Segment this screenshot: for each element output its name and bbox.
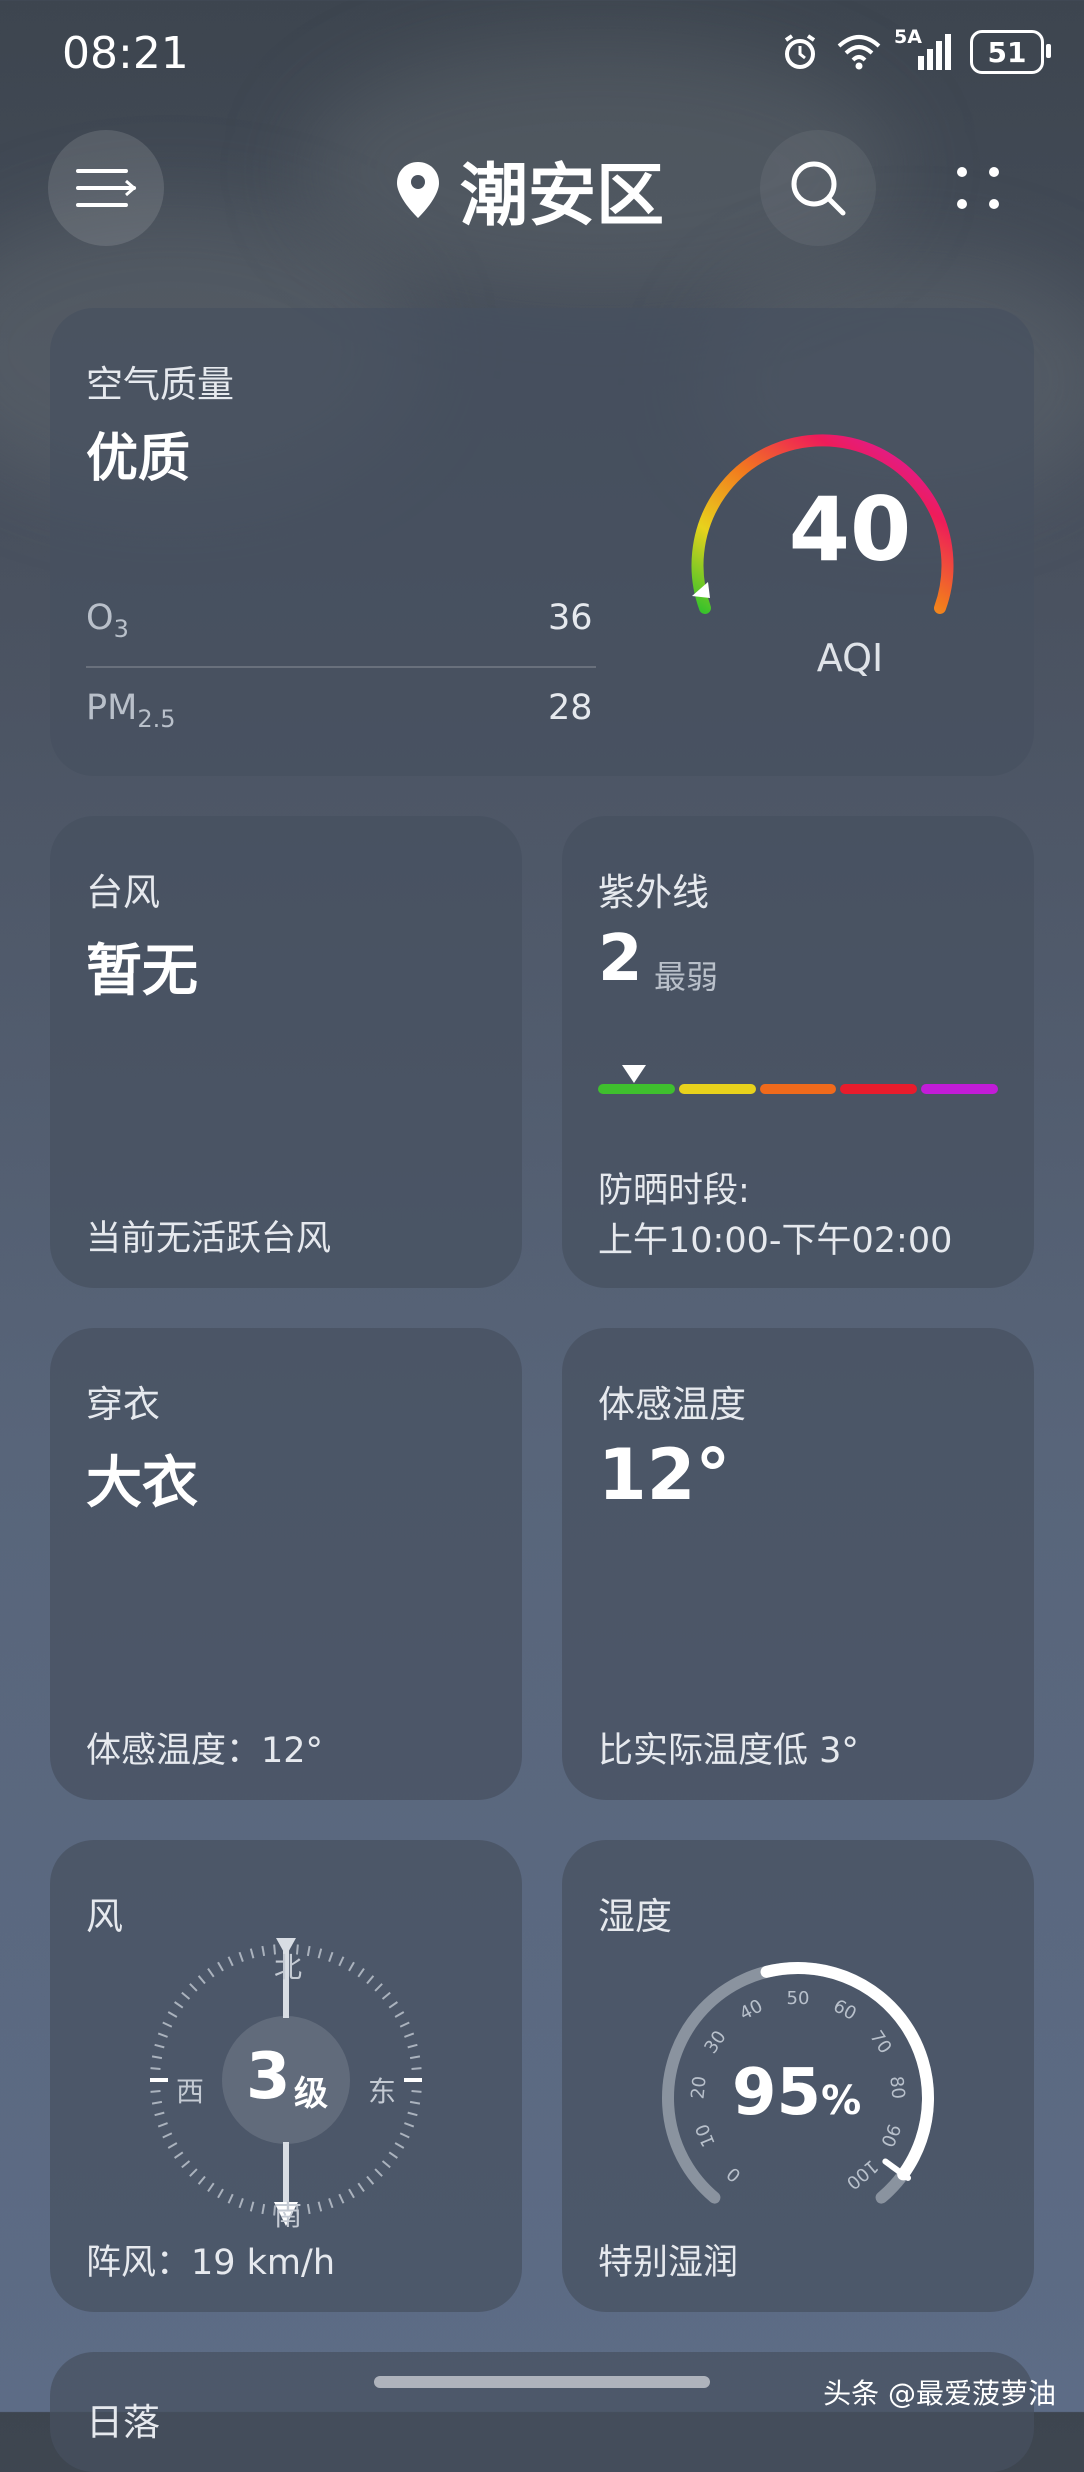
humidity-value: 95% (732, 2056, 862, 2130)
battery-indicator: 51 (970, 30, 1051, 74)
search-button[interactable] (760, 130, 876, 246)
humidity-tick-label: 10 (692, 2121, 720, 2150)
wifi-icon (837, 35, 881, 70)
o3-value: 36 (548, 598, 593, 638)
aqi-value: 40 (788, 478, 912, 581)
uv-note-time: 上午10:00-下午02:00 (598, 1221, 953, 1261)
clothing-card[interactable]: 穿衣 大衣 体感温度：12° (50, 1328, 522, 1800)
menu-button[interactable] (48, 130, 164, 246)
feels-like-note: 比实际温度低 3° (598, 1731, 859, 1771)
air-quality-card[interactable]: 空气质量 优质 O3 36 PM2.5 28 40 AQI (50, 308, 1034, 776)
watermark: 头条 @最爱菠萝油 (823, 2377, 1056, 2410)
humidity-card[interactable]: 湿度 0 10 20 30 40 50 60 70 80 90 100 95% 特别湿润 (562, 1840, 1034, 2312)
clothing-note: 体感温度：12° (86, 1731, 324, 1771)
compass-west: 西 (176, 2075, 205, 2108)
uv-note-label: 防晒时段: (598, 1171, 750, 1211)
humidity-tick-label: 30 (700, 2027, 730, 2058)
sunset-card[interactable]: 日落 (50, 2352, 1034, 2472)
home-indicator[interactable] (374, 2376, 710, 2388)
humidity-tick-label: 20 (687, 2075, 710, 2100)
uv-marker (622, 1065, 646, 1083)
uv-scale-segment (921, 1084, 998, 1094)
pm25-value: 28 (548, 688, 593, 728)
status-time: 08:21 (62, 28, 189, 79)
humidity-tick-label: 80 (885, 2075, 908, 2100)
wind-level-unit: 级 (294, 2074, 328, 2114)
location-selector[interactable]: 潮安区 (394, 140, 664, 239)
uv-scale (598, 1084, 998, 1094)
uv-scale-segment (598, 1084, 675, 1094)
search-icon (791, 161, 846, 216)
wind-gust: 阵风：19 km/h (86, 2243, 335, 2283)
feels-like-value: 12° (598, 1434, 731, 1516)
humidity-tick-label: 90 (876, 2121, 904, 2150)
signal-icon: 5A (894, 26, 954, 72)
aqi-label: AQI (816, 636, 884, 680)
clothing-title: 穿衣 (86, 1383, 160, 1426)
humidity-tick-label: 100 (842, 2155, 882, 2193)
o3-label: O3 (86, 598, 129, 643)
compass-east: 东 (368, 2075, 397, 2108)
feels-like-card[interactable]: 体感温度 12° 比实际温度低 3° (562, 1328, 1034, 1800)
humidity-tick-label: 0 (723, 2162, 745, 2185)
humidity-tick-label: 60 (830, 1995, 860, 2024)
uv-scale-segment (759, 1084, 837, 1094)
location-title: 潮安区 (460, 157, 665, 236)
clothing-value: 大衣 (86, 1451, 198, 1516)
more-icon (957, 167, 999, 209)
wind-card[interactable]: 风 北 南 东 西 3 级 阵风：19 km/h (50, 1840, 522, 2312)
humidity-tick-label: 70 (865, 2027, 895, 2058)
wind-title: 风 (86, 1895, 123, 1938)
uv-value: 2 (598, 922, 643, 996)
wind-level: 3 (246, 2040, 291, 2114)
typhoon-value: 暂无 (86, 939, 198, 1004)
pm25-label: PM2.5 (86, 688, 176, 733)
alarm-icon (784, 34, 816, 69)
uv-level: 最弱 (654, 958, 719, 996)
feels-like-title: 体感温度 (598, 1383, 746, 1426)
uv-title: 紫外线 (598, 871, 709, 914)
sunset-title: 日落 (86, 2401, 160, 2444)
typhoon-title: 台风 (86, 871, 160, 914)
status-bar: 08:21 5A 51 (0, 0, 1084, 110)
air-quality-level: 优质 (86, 429, 191, 489)
compass-north: 北 (274, 1951, 303, 1984)
top-bar: 潮安区 (0, 130, 1084, 250)
more-button[interactable] (920, 130, 1036, 246)
divider (86, 666, 596, 668)
location-pin-icon (397, 161, 439, 218)
humidity-title: 湿度 (598, 1895, 672, 1938)
compass-south: 南 (274, 2199, 303, 2232)
uv-scale-segment (840, 1084, 918, 1094)
menu-icon (76, 169, 137, 207)
air-quality-title: 空气质量 (86, 363, 234, 406)
humidity-tick-label: 50 (787, 1988, 810, 2009)
typhoon-card[interactable]: 台风 暂无 当前无活跃台风 (50, 816, 522, 1288)
typhoon-note: 当前无活跃台风 (86, 1219, 332, 1259)
uv-card[interactable]: 紫外线 2 最弱 防晒时段: 上午10:00-下午02:00 (562, 816, 1034, 1288)
uv-scale-segment (678, 1084, 756, 1094)
network-type: 5A (894, 26, 922, 48)
humidity-note: 特别湿润 (598, 2243, 739, 2283)
humidity-tick-label: 40 (736, 1995, 766, 2024)
